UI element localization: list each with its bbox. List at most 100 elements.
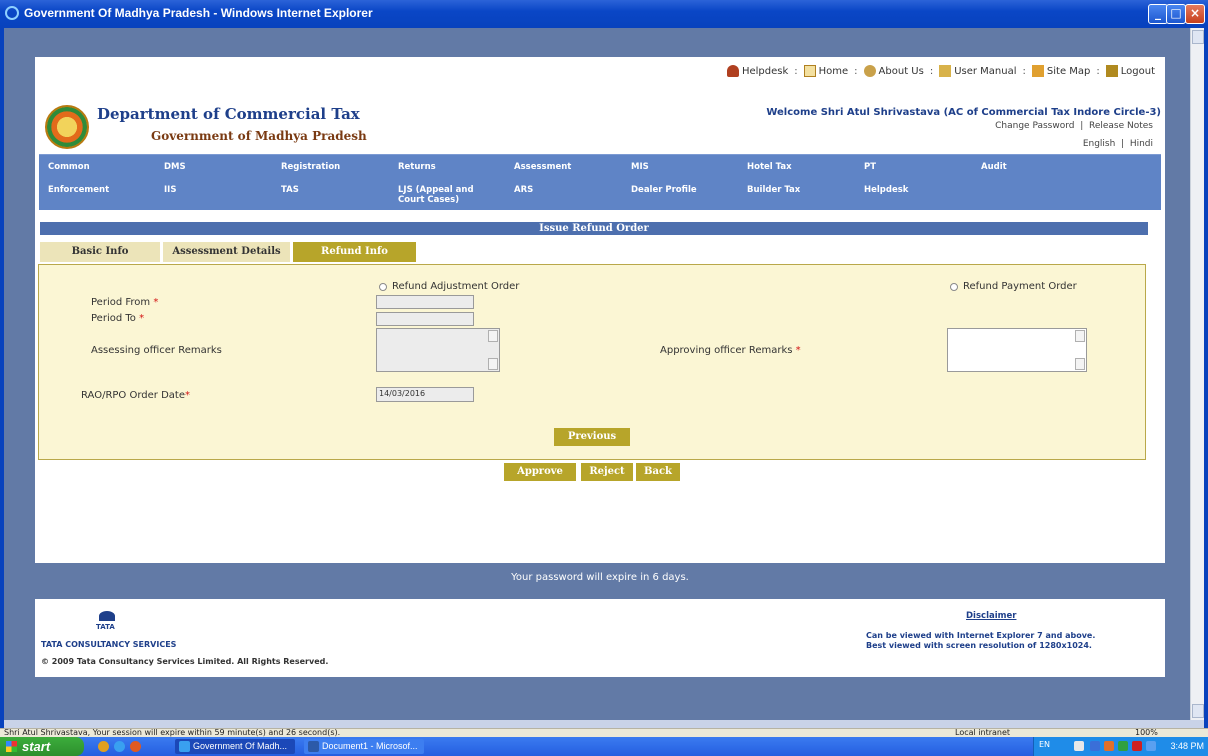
security-zone: Local intranet — [955, 728, 1011, 737]
scroll-up-button[interactable] — [1192, 30, 1204, 44]
site-map-link[interactable]: Site Map — [1031, 65, 1091, 77]
user-manual-link[interactable]: User Manual — [939, 65, 1017, 77]
menu-dealer-profile[interactable]: Dealer Profile — [631, 185, 697, 195]
menu-iis[interactable]: IIS — [164, 185, 176, 195]
menu-returns[interactable]: Returns — [398, 162, 436, 172]
view-note: Can be viewed with Internet Explorer 7 a… — [866, 631, 1116, 651]
footer: TATA TATA CONSULTANCY SERVICES © 2009 Ta… — [35, 599, 1165, 677]
radio-button[interactable] — [950, 282, 958, 291]
reject-button[interactable]: Reject — [581, 463, 633, 481]
word-icon — [308, 741, 319, 752]
close-window-button[interactable]: × — [1185, 4, 1205, 24]
menu-hotel-tax[interactable]: Hotel Tax — [747, 162, 792, 172]
internet-explorer-icon — [5, 6, 19, 20]
change-password-link[interactable]: Change Password — [995, 121, 1074, 131]
menu-enforcement[interactable]: Enforcement — [48, 185, 109, 195]
top-links: Helpdesk : Home : About Us : User Manual… — [726, 65, 1155, 77]
tray-icon[interactable] — [1118, 741, 1128, 751]
menu-registration[interactable]: Registration — [281, 162, 340, 172]
menu-dms[interactable]: DMS — [164, 162, 186, 172]
clock: 3:48 PM — [1170, 741, 1204, 751]
home-link[interactable]: Home — [803, 65, 849, 77]
menu-builder-tax[interactable]: Builder Tax — [747, 185, 800, 195]
back-button[interactable]: Back — [636, 463, 680, 481]
home-icon — [803, 65, 816, 77]
vertical-scrollbar[interactable] — [1190, 28, 1204, 720]
tray-icon[interactable] — [1104, 741, 1114, 751]
approving-remarks-textarea[interactable] — [947, 328, 1087, 372]
helpdesk-label: Helpdesk — [741, 66, 789, 77]
approving-remarks-label: Approving officer Remarks * — [660, 345, 801, 356]
tab-refund-info[interactable]: Refund Info — [293, 242, 416, 262]
scroll-up-icon[interactable] — [488, 330, 498, 342]
helpdesk-link[interactable]: Helpdesk — [726, 65, 789, 77]
refund-payment-radio[interactable]: Refund Payment Order — [950, 281, 1077, 292]
release-notes-link[interactable]: Release Notes — [1089, 121, 1153, 131]
copyright: © 2009 Tata Consultancy Services Limited… — [41, 657, 329, 666]
hindi-link[interactable]: Hindi — [1130, 139, 1153, 149]
menu-audit[interactable]: Audit — [981, 162, 1007, 172]
period-from-input[interactable] — [376, 295, 474, 309]
period-to-input[interactable] — [376, 312, 474, 326]
disclaimer-link[interactable]: Disclaimer — [966, 611, 1016, 621]
window-frame-right — [1204, 28, 1208, 728]
ie-quicklaunch-icon[interactable] — [114, 741, 125, 752]
welcome-text: Welcome Shri Atul Shrivastava (AC of Com… — [766, 107, 1161, 118]
close-icon: × — [1189, 6, 1201, 20]
session-status: Shri Atul Shrivastava, Your session will… — [4, 728, 341, 737]
english-link[interactable]: English — [1083, 139, 1116, 149]
tab-assessment-details[interactable]: Assessment Details — [163, 242, 290, 262]
menu-ars[interactable]: ARS — [514, 185, 533, 195]
logout-link[interactable]: Logout — [1105, 65, 1155, 77]
tray-icon[interactable] — [1146, 741, 1156, 751]
home-label: Home — [818, 66, 849, 77]
scroll-down-icon[interactable] — [1075, 358, 1085, 370]
site-map-label: Site Map — [1046, 66, 1091, 77]
order-date-input[interactable]: 14/03/2016 — [376, 387, 474, 402]
page-container: Helpdesk : Home : About Us : User Manual… — [35, 57, 1165, 563]
minimize-button[interactable]: _ — [1148, 4, 1168, 24]
zoom-level[interactable]: 100% — [1135, 728, 1158, 737]
tray-icon[interactable] — [1132, 741, 1142, 751]
tab-basic-info[interactable]: Basic Info — [40, 242, 160, 262]
quicklaunch-icon[interactable] — [98, 741, 109, 752]
status-bar: Shri Atul Shrivastava, Your session will… — [0, 728, 1208, 737]
task-ie-window[interactable]: Government Of Madh... — [175, 739, 295, 754]
view-note-ie: Can be viewed with Internet Explorer 7 a… — [866, 631, 1096, 640]
tray-icon[interactable] — [1090, 741, 1100, 751]
approve-button[interactable]: Approve — [504, 463, 576, 481]
people-icon — [863, 65, 876, 77]
radio-button[interactable] — [379, 282, 387, 291]
menu-tas[interactable]: TAS — [281, 185, 299, 195]
scroll-up-icon[interactable] — [1075, 330, 1085, 342]
tray-icon[interactable] — [1074, 741, 1084, 751]
user-manual-label: User Manual — [954, 66, 1017, 77]
tcs-name: TATA CONSULTANCY SERVICES — [41, 640, 177, 649]
period-to-label: Period To * — [91, 313, 145, 324]
language-links: English | Hindi — [1082, 139, 1153, 149]
about-us-link[interactable]: About Us — [863, 65, 924, 77]
task-word-document[interactable]: Document1 - Microsof... — [304, 739, 424, 754]
menu-common[interactable]: Common — [48, 162, 90, 172]
ie-icon — [179, 741, 190, 752]
menu-helpdesk[interactable]: Helpdesk — [864, 185, 908, 195]
government-title: Government of Madhya Pradesh — [151, 129, 367, 143]
about-us-label: About Us — [878, 66, 924, 77]
assessing-remarks-textarea[interactable] — [376, 328, 500, 372]
maximize-button[interactable]: □ — [1166, 4, 1186, 24]
scroll-down-button[interactable] — [1192, 704, 1204, 718]
logout-icon — [1105, 65, 1118, 77]
taskbar: start Government Of Madh... Document1 - … — [0, 737, 1208, 756]
menu-pt[interactable]: PT — [864, 162, 876, 172]
language-indicator[interactable]: EN — [1039, 740, 1050, 749]
refund-info-form: Refund Adjustment Order Refund Payment O… — [38, 264, 1146, 460]
refund-adjustment-radio[interactable]: Refund Adjustment Order — [379, 281, 519, 292]
menu-assessment[interactable]: Assessment — [514, 162, 571, 172]
logout-label: Logout — [1120, 66, 1155, 77]
start-button[interactable]: start — [0, 737, 84, 756]
scroll-down-icon[interactable] — [488, 358, 498, 370]
previous-button[interactable]: Previous — [554, 428, 630, 446]
firefox-quicklaunch-icon[interactable] — [130, 741, 141, 752]
menu-mis[interactable]: MIS — [631, 162, 649, 172]
menu-ljs[interactable]: LJS (Appeal and Court Cases) — [398, 185, 478, 205]
